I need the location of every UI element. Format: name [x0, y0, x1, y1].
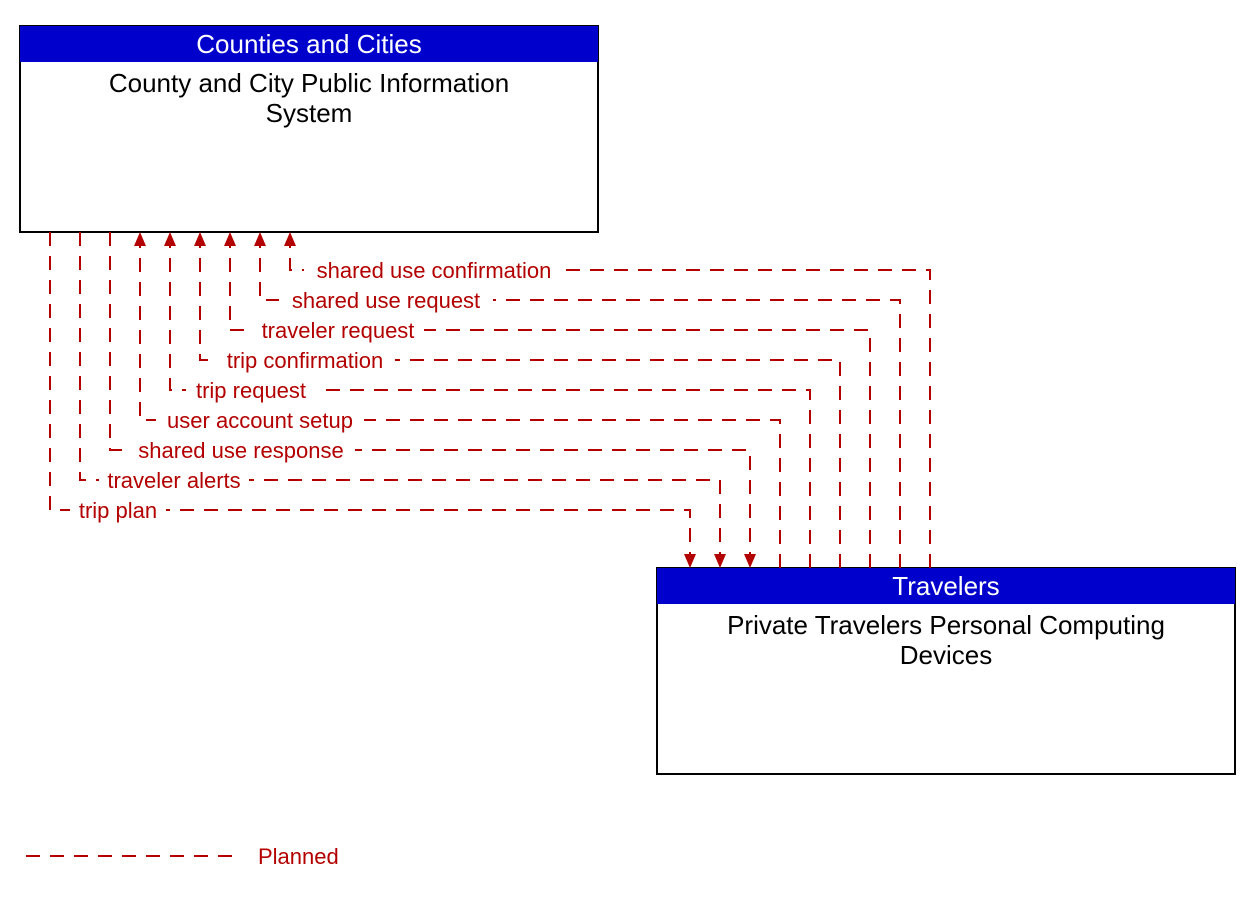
legend: Planned	[26, 844, 339, 869]
arrow-icon	[254, 232, 266, 246]
flow-label-text: shared use request	[292, 288, 480, 313]
arrow-icon	[134, 232, 146, 246]
flow-label-text: trip confirmation	[227, 348, 384, 373]
flow-label-text: traveler alerts	[107, 468, 240, 493]
node-travelers: Travelers Private Travelers Personal Com…	[657, 568, 1235, 774]
box-body-line2: System	[266, 98, 353, 128]
arrow-icon	[164, 232, 176, 246]
arrow-icon	[194, 232, 206, 246]
node-counties-and-cities: Counties and Cities County and City Publ…	[20, 26, 598, 232]
flow-label-text: user account setup	[167, 408, 353, 433]
arrow-icon	[744, 554, 756, 568]
flow-label-text: trip plan	[79, 498, 157, 523]
flow-label-text: traveler request	[262, 318, 415, 343]
flow-label-text: trip request	[196, 378, 306, 403]
flow-label-text: shared use response	[138, 438, 343, 463]
box-header-text: Travelers	[892, 571, 999, 601]
box-body-line1: Private Travelers Personal Computing	[727, 610, 1165, 640]
architecture-flow-diagram: Counties and Cities County and City Publ…	[0, 0, 1252, 897]
arrow-icon	[224, 232, 236, 246]
legend-label-planned: Planned	[258, 844, 339, 869]
box-body-line2: Devices	[900, 640, 992, 670]
flow-shared-use-confirmation: shared use confirmation	[284, 232, 930, 568]
box-header-text: Counties and Cities	[196, 29, 421, 59]
arrow-icon	[284, 232, 296, 246]
flow-label-text: shared use confirmation	[317, 258, 552, 283]
arrow-icon	[684, 554, 696, 568]
arrow-icon	[714, 554, 726, 568]
box-body-line1: County and City Public Information	[109, 68, 509, 98]
